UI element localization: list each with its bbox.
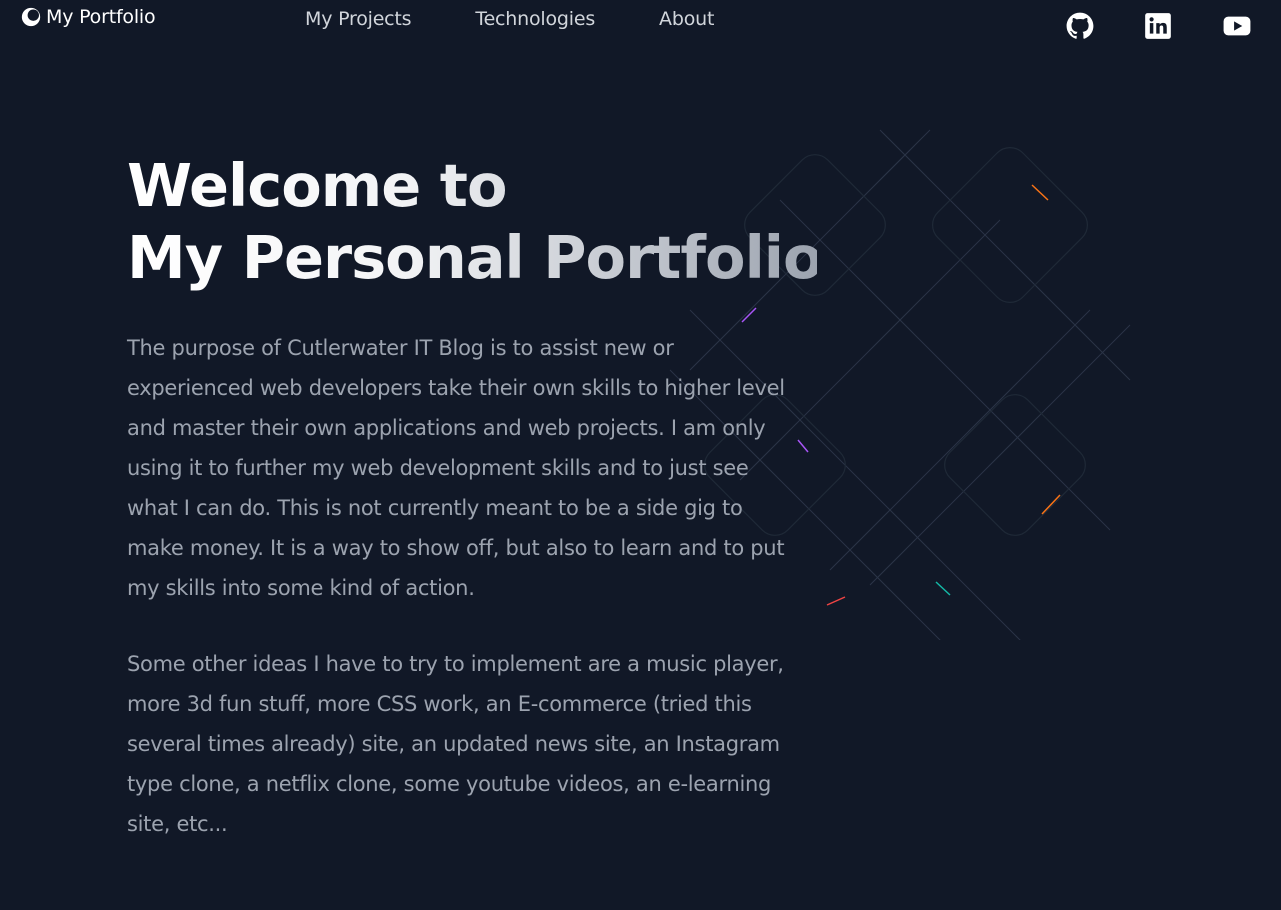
github-link[interactable] xyxy=(1066,12,1094,40)
youtube-icon xyxy=(1223,16,1251,36)
hero-title-line-1: Welcome to xyxy=(127,151,507,220)
hero-title-line-2: My Personal Portfolio xyxy=(127,223,823,292)
youtube-link[interactable] xyxy=(1223,12,1251,40)
brand-name: My Portfolio xyxy=(46,6,156,28)
top-navbar: My Portfolio My Projects Technologies Ab… xyxy=(0,0,1281,52)
github-icon xyxy=(1066,12,1094,39)
page: My Portfolio My Projects Technologies Ab… xyxy=(0,0,1281,910)
moon-half-icon xyxy=(21,7,41,27)
primary-nav: My Projects Technologies About xyxy=(305,8,778,30)
nav-link-my-projects[interactable]: My Projects xyxy=(305,8,412,30)
brand-link[interactable]: My Portfolio xyxy=(20,6,156,28)
nav-link-technologies[interactable]: Technologies xyxy=(475,8,595,30)
hero-section: Welcome to My Personal Portfolio The pur… xyxy=(127,150,817,844)
social-links xyxy=(1066,12,1256,42)
linkedin-icon xyxy=(1145,13,1171,39)
linkedin-link[interactable] xyxy=(1144,12,1172,40)
hero-title: Welcome to My Personal Portfolio xyxy=(127,150,817,294)
nav-link-about[interactable]: About xyxy=(659,8,714,30)
hero-paragraph-purpose: The purpose of Cutlerwater IT Blog is to… xyxy=(127,336,785,600)
hero-paragraph-ideas: Some other ideas I have to try to implem… xyxy=(127,652,784,836)
